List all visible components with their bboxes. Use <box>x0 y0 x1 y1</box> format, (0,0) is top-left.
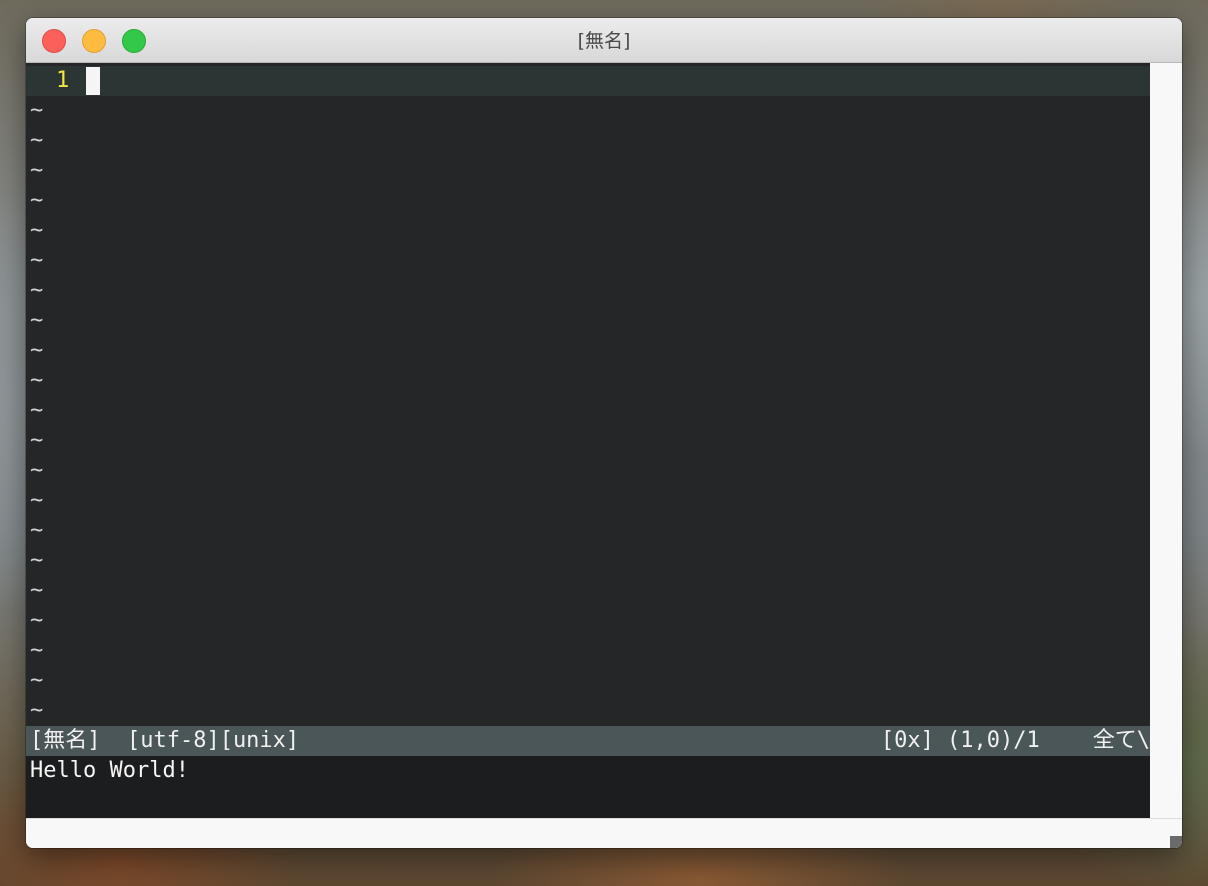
title-bar[interactable]: [無名] <box>26 18 1182 63</box>
command-line[interactable]: Hello World! <box>26 756 1150 818</box>
empty-line-marker: ~ <box>30 158 44 183</box>
empty-line-marker: ~ <box>30 518 44 543</box>
empty-line-marker: ~ <box>30 338 44 363</box>
cursor-line-highlight <box>26 66 1150 96</box>
editor-area[interactable]: 1 ~ ~ ~ ~ ~ ~ ~ ~ ~ ~ ~ ~ ~ ~ ~ ~ ~ ~ ~ ~ ~ <box>26 63 1150 726</box>
empty-line-marker: ~ <box>30 98 44 123</box>
status-line: [無名] [utf-8][unix] [0x] (1,0)/1 全て\ <box>26 726 1150 756</box>
empty-line-marker: ~ <box>30 638 44 663</box>
empty-line-marker: ~ <box>30 458 44 483</box>
command-line-message: Hello World! <box>30 758 189 783</box>
line-number: 1 <box>56 68 70 93</box>
text-cursor <box>86 67 100 95</box>
empty-line-marker: ~ <box>30 608 44 633</box>
empty-line-marker: ~ <box>30 278 44 303</box>
window-right-margin <box>1150 63 1182 818</box>
empty-line-marker: ~ <box>30 488 44 513</box>
empty-line-marker: ~ <box>30 188 44 213</box>
empty-line-marker: ~ <box>30 128 44 153</box>
status-file-info: [無名] [utf-8][unix] <box>30 728 300 753</box>
status-position-info: [0x] (1,0)/1 全て\ <box>880 728 1150 753</box>
vim-window: [無名] 1 ~ ~ ~ ~ ~ ~ ~ ~ ~ ~ ~ ~ ~ ~ ~ ~ ~ ~ ~ ~ ~ [無名] [utf-8… <box>26 18 1182 848</box>
empty-line-marker: ~ <box>30 578 44 603</box>
window-bottom-margin <box>26 818 1182 848</box>
empty-line-marker: ~ <box>30 668 44 693</box>
empty-line-marker: ~ <box>30 398 44 423</box>
empty-line-marker: ~ <box>30 368 44 393</box>
empty-line-marker: ~ <box>30 548 44 573</box>
empty-line-marker: ~ <box>30 428 44 453</box>
empty-line-marker: ~ <box>30 218 44 243</box>
window-title: [無名] <box>577 30 631 52</box>
empty-line-marker: ~ <box>30 248 44 273</box>
resize-handle[interactable] <box>1170 836 1182 848</box>
empty-line-marker: ~ <box>30 698 44 723</box>
empty-line-marker: ~ <box>30 308 44 333</box>
